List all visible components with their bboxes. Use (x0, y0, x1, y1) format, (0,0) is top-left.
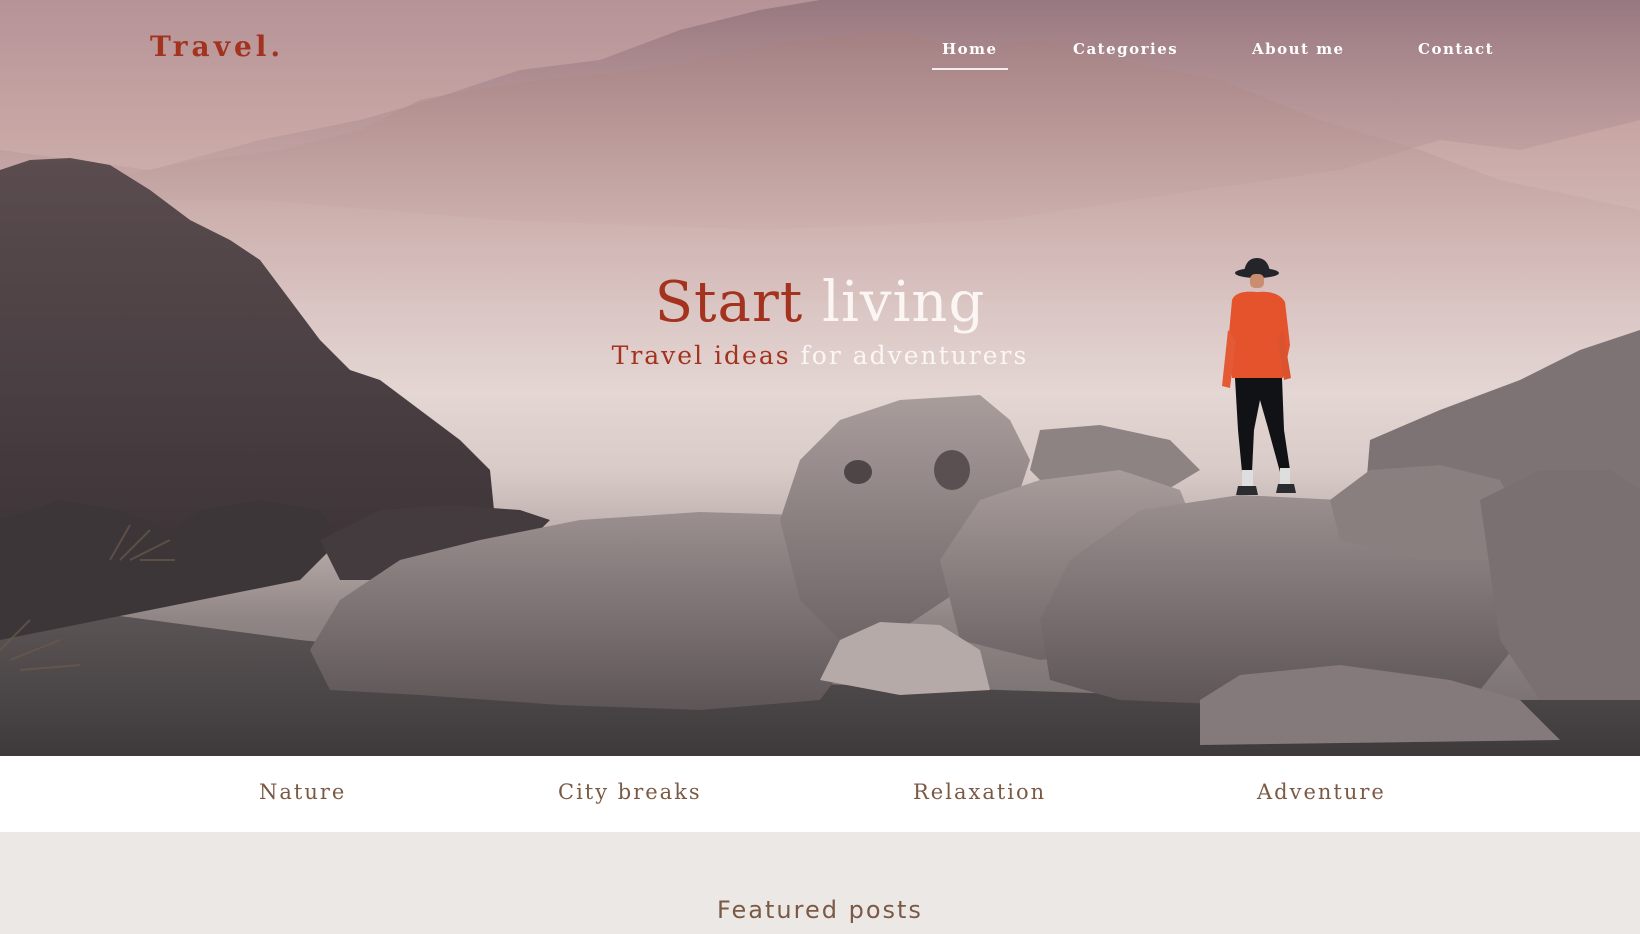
featured-section: Featured posts (0, 832, 1640, 934)
hero-landscape-image (0, 0, 1640, 756)
nav-link-categories[interactable]: Categories (1073, 40, 1178, 58)
category-adventure[interactable]: Adventure (1257, 780, 1386, 804)
hero-subtitle-accent: Travel ideas (611, 341, 791, 370)
category-city-breaks[interactable]: City breaks (558, 780, 702, 804)
nav-link-contact[interactable]: Contact (1418, 40, 1494, 58)
hero-subtitle-rest: for adventurers (800, 341, 1029, 370)
category-bar: Nature City breaks Relaxation Adventure (0, 756, 1640, 832)
top-nav: Travel. Home Categories About me Contact (0, 0, 1640, 100)
hero-title-rest: living (822, 270, 986, 335)
hero-title: Start living (0, 268, 1640, 338)
category-nature[interactable]: Nature (259, 780, 346, 804)
site-logo[interactable]: Travel. (150, 30, 284, 63)
page: Travel. Home Categories About me Contact… (0, 0, 1640, 934)
hero-title-accent: Start (654, 270, 804, 335)
category-relaxation[interactable]: Relaxation (913, 780, 1046, 804)
hero-subtitle: Travel ideas for adventurers (0, 340, 1640, 372)
nav-link-home[interactable]: Home (932, 40, 1008, 70)
featured-title: Featured posts (717, 896, 923, 924)
hero-section: Travel. Home Categories About me Contact… (0, 0, 1640, 756)
nav-link-about-me[interactable]: About me (1252, 40, 1345, 58)
